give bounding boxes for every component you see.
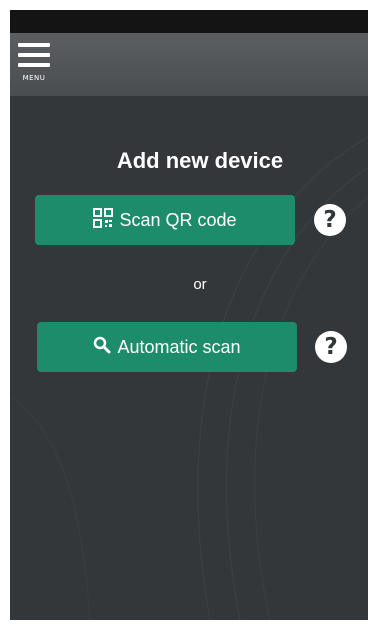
status-bar <box>10 10 368 33</box>
menu-icon <box>18 43 50 71</box>
menu-button[interactable]: MENU <box>16 41 56 85</box>
menu-label: MENU <box>22 74 46 82</box>
qr-code-icon <box>93 207 114 233</box>
help-icon[interactable]: ? <box>314 204 346 236</box>
scan-qr-button[interactable]: Scan QR code <box>35 195 295 245</box>
or-separator: or <box>193 276 207 293</box>
app-screen: MENU Add new device Scan QR code ? or Au… <box>10 10 368 620</box>
help-icon[interactable]: ? <box>315 331 347 363</box>
scan-qr-label: Scan QR code <box>119 209 237 230</box>
page-title: Add new device <box>116 148 284 173</box>
app-bar: MENU <box>10 33 368 96</box>
automatic-scan-button[interactable]: Automatic scan <box>37 322 297 372</box>
search-icon <box>93 336 111 359</box>
automatic-scan-label: Automatic scan <box>117 336 241 357</box>
